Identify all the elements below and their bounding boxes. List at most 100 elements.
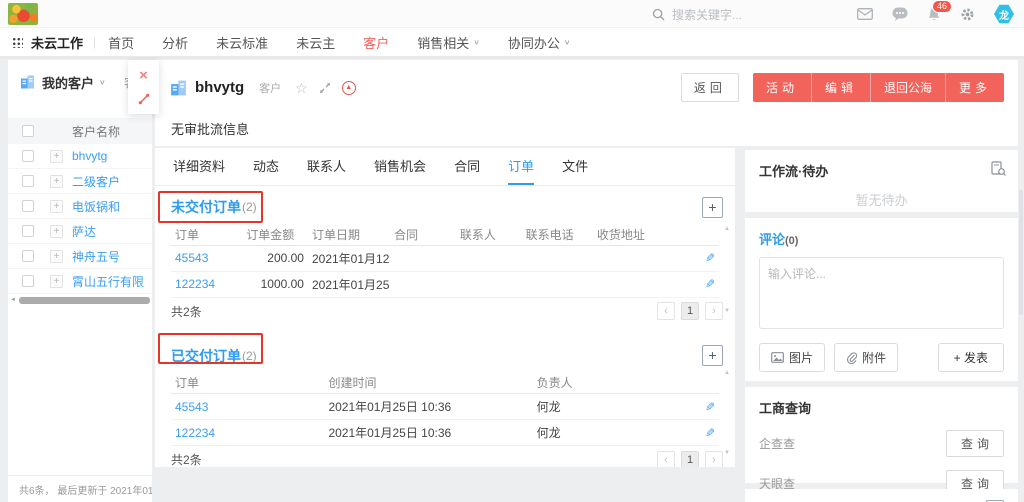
expand-plus-icon[interactable]: +	[50, 225, 63, 238]
seal-status-icon[interactable]: ▲	[342, 81, 356, 95]
nav-item-standard[interactable]: 未云标准	[216, 33, 268, 52]
global-search[interactable]: 搜索关键字...	[652, 0, 742, 28]
star-icon[interactable]: ☆	[295, 81, 308, 95]
row-checkbox[interactable]	[22, 275, 34, 287]
activity-button[interactable]: 活动	[753, 73, 811, 102]
detail-content-card: 详细资料 动态 联系人 销售机会 合同 订单 文件 未交付订单 (2) + 订单…	[155, 148, 735, 467]
row-checkbox[interactable]	[22, 225, 34, 237]
close-icon[interactable]: ×	[139, 69, 148, 83]
expand-plus-icon[interactable]: +	[50, 175, 63, 188]
order-link[interactable]: 45543	[171, 245, 242, 271]
more-button[interactable]: 更多	[945, 73, 1004, 102]
expand-diagonal-icon[interactable]	[138, 93, 150, 105]
nav-item-home[interactable]: 首页	[108, 33, 134, 52]
return-to-pool-button[interactable]: 退回公海	[870, 73, 945, 102]
tab-orders[interactable]: 订单	[508, 148, 534, 185]
add-order-button[interactable]: +	[702, 345, 723, 366]
order-link[interactable]: 122234	[171, 420, 324, 446]
customer-link[interactable]: 萨达	[72, 223, 96, 240]
undelivered-table-footer: 共2条 ‹ 1 ›	[155, 298, 735, 325]
page-number[interactable]: 1	[681, 302, 699, 320]
next-page-button[interactable]: ›	[705, 451, 723, 468]
page-number[interactable]: 1	[681, 451, 699, 468]
edit-button[interactable]: 编辑	[811, 73, 870, 102]
list-title[interactable]: 我的客户	[42, 73, 94, 92]
order-link[interactable]: 45543	[171, 394, 324, 420]
back-button[interactable]: 返回	[681, 73, 739, 102]
nav-item-analysis[interactable]: 分析	[162, 33, 188, 52]
workflow-search-icon[interactable]	[991, 161, 1006, 179]
delivered-orders-table: 订单 创建时间 负责人 45543 2021年01月25日 10:36 何龙 ✎…	[171, 373, 719, 447]
add-order-button[interactable]: +	[702, 197, 723, 218]
edit-pencil-icon[interactable]: ✎	[705, 277, 715, 291]
expand-plus-icon[interactable]: +	[50, 150, 63, 163]
undelivered-title: 未交付订单	[171, 197, 241, 217]
prev-page-button[interactable]: ‹	[657, 302, 675, 320]
image-button[interactable]: 图片	[759, 343, 825, 372]
horizontal-scrollbar[interactable]: ◄	[8, 295, 152, 305]
expand-plus-icon[interactable]: +	[50, 250, 63, 263]
nav-item-main[interactable]: 未云主	[296, 33, 335, 52]
qichacha-query-button[interactable]: 查询	[946, 430, 1004, 457]
post-comment-button[interactable]: + 发表	[938, 343, 1004, 372]
list-item[interactable]: + 霄山五行有限	[8, 269, 152, 294]
avatar[interactable]: 龙	[994, 4, 1014, 24]
app-logo[interactable]	[8, 3, 38, 25]
tab-profile[interactable]: 详细资料	[173, 148, 225, 185]
scrollbar-thumb[interactable]	[19, 297, 150, 304]
order-link[interactable]: 122234	[171, 271, 242, 297]
list-item[interactable]: + bhvytg	[8, 144, 152, 169]
action-button-group: 活动 编辑 退回公海 更多	[753, 73, 1004, 102]
expand-plus-icon[interactable]: +	[50, 200, 63, 213]
nav-item-collab[interactable]: 协同办公∨	[508, 33, 571, 52]
scroll-left-icon[interactable]: ◄	[10, 297, 16, 303]
attachment-button[interactable]: 附件	[834, 343, 898, 372]
list-item[interactable]: + 神舟五号	[8, 244, 152, 269]
chat-icon[interactable]	[892, 7, 908, 21]
row-checkbox[interactable]	[22, 175, 34, 187]
fullscreen-arrows-icon[interactable]	[319, 82, 331, 94]
tab-opportunities[interactable]: 销售机会	[374, 148, 426, 185]
row-checkbox[interactable]	[22, 200, 34, 212]
tab-files[interactable]: 文件	[562, 148, 588, 185]
expand-plus-icon[interactable]: +	[50, 275, 63, 288]
tab-contracts[interactable]: 合同	[454, 148, 480, 185]
edit-pencil-icon[interactable]: ✎	[705, 400, 715, 414]
nav-item-customer[interactable]: 客户	[363, 33, 389, 52]
apps-grid-icon[interactable]	[12, 37, 23, 48]
customer-link[interactable]: 神舟五号	[72, 248, 120, 265]
tab-activity[interactable]: 动态	[253, 148, 279, 185]
workspace-title: 未云工作	[31, 33, 83, 52]
customer-link[interactable]: 霄山五行有限	[72, 273, 144, 290]
row-checkbox[interactable]	[22, 250, 34, 262]
comment-input[interactable]	[759, 257, 1004, 329]
edit-pencil-icon[interactable]: ✎	[705, 251, 715, 265]
customer-link[interactable]: 电饭锅和	[72, 198, 120, 215]
col-order: 订单	[171, 224, 242, 245]
prev-page-button[interactable]: ‹	[657, 451, 675, 468]
table-row: 122234 1000.00 2021年01月25日 ✎	[171, 271, 719, 297]
scroll-up-icon[interactable]: ▲	[723, 370, 731, 376]
vertical-scrollbar[interactable]	[1019, 190, 1023, 315]
table-row: 122234 2021年01月25日 10:36 何龙 ✎	[171, 420, 719, 446]
scroll-down-icon[interactable]: ▼	[723, 450, 731, 456]
list-item[interactable]: + 电饭锅和	[8, 194, 152, 219]
next-page-button[interactable]: ›	[705, 302, 723, 320]
mail-icon[interactable]	[857, 8, 873, 20]
scroll-up-icon[interactable]: ▲	[723, 226, 731, 232]
customer-link[interactable]: 二级客户	[72, 173, 120, 190]
list-item[interactable]: + 萨达	[8, 219, 152, 244]
customer-link[interactable]: bhvytg	[72, 149, 107, 163]
chevron-down-icon[interactable]: ∨	[99, 78, 106, 87]
table-header-row: 订单 订单金额 订单日期 合同 联系人 联系电话 收货地址	[171, 224, 719, 245]
scroll-down-icon[interactable]: ▼	[723, 308, 731, 314]
clipped-section-card	[745, 489, 1018, 502]
list-item[interactable]: + 二级客户	[8, 169, 152, 194]
row-checkbox[interactable]	[22, 150, 34, 162]
tab-contacts[interactable]: 联系人	[307, 148, 346, 185]
select-all-checkbox[interactable]	[22, 125, 34, 137]
nav-item-sales[interactable]: 销售相关∨	[417, 33, 480, 52]
col-order: 订单	[171, 373, 324, 394]
gear-icon[interactable]	[960, 7, 975, 22]
edit-pencil-icon[interactable]: ✎	[705, 426, 715, 440]
